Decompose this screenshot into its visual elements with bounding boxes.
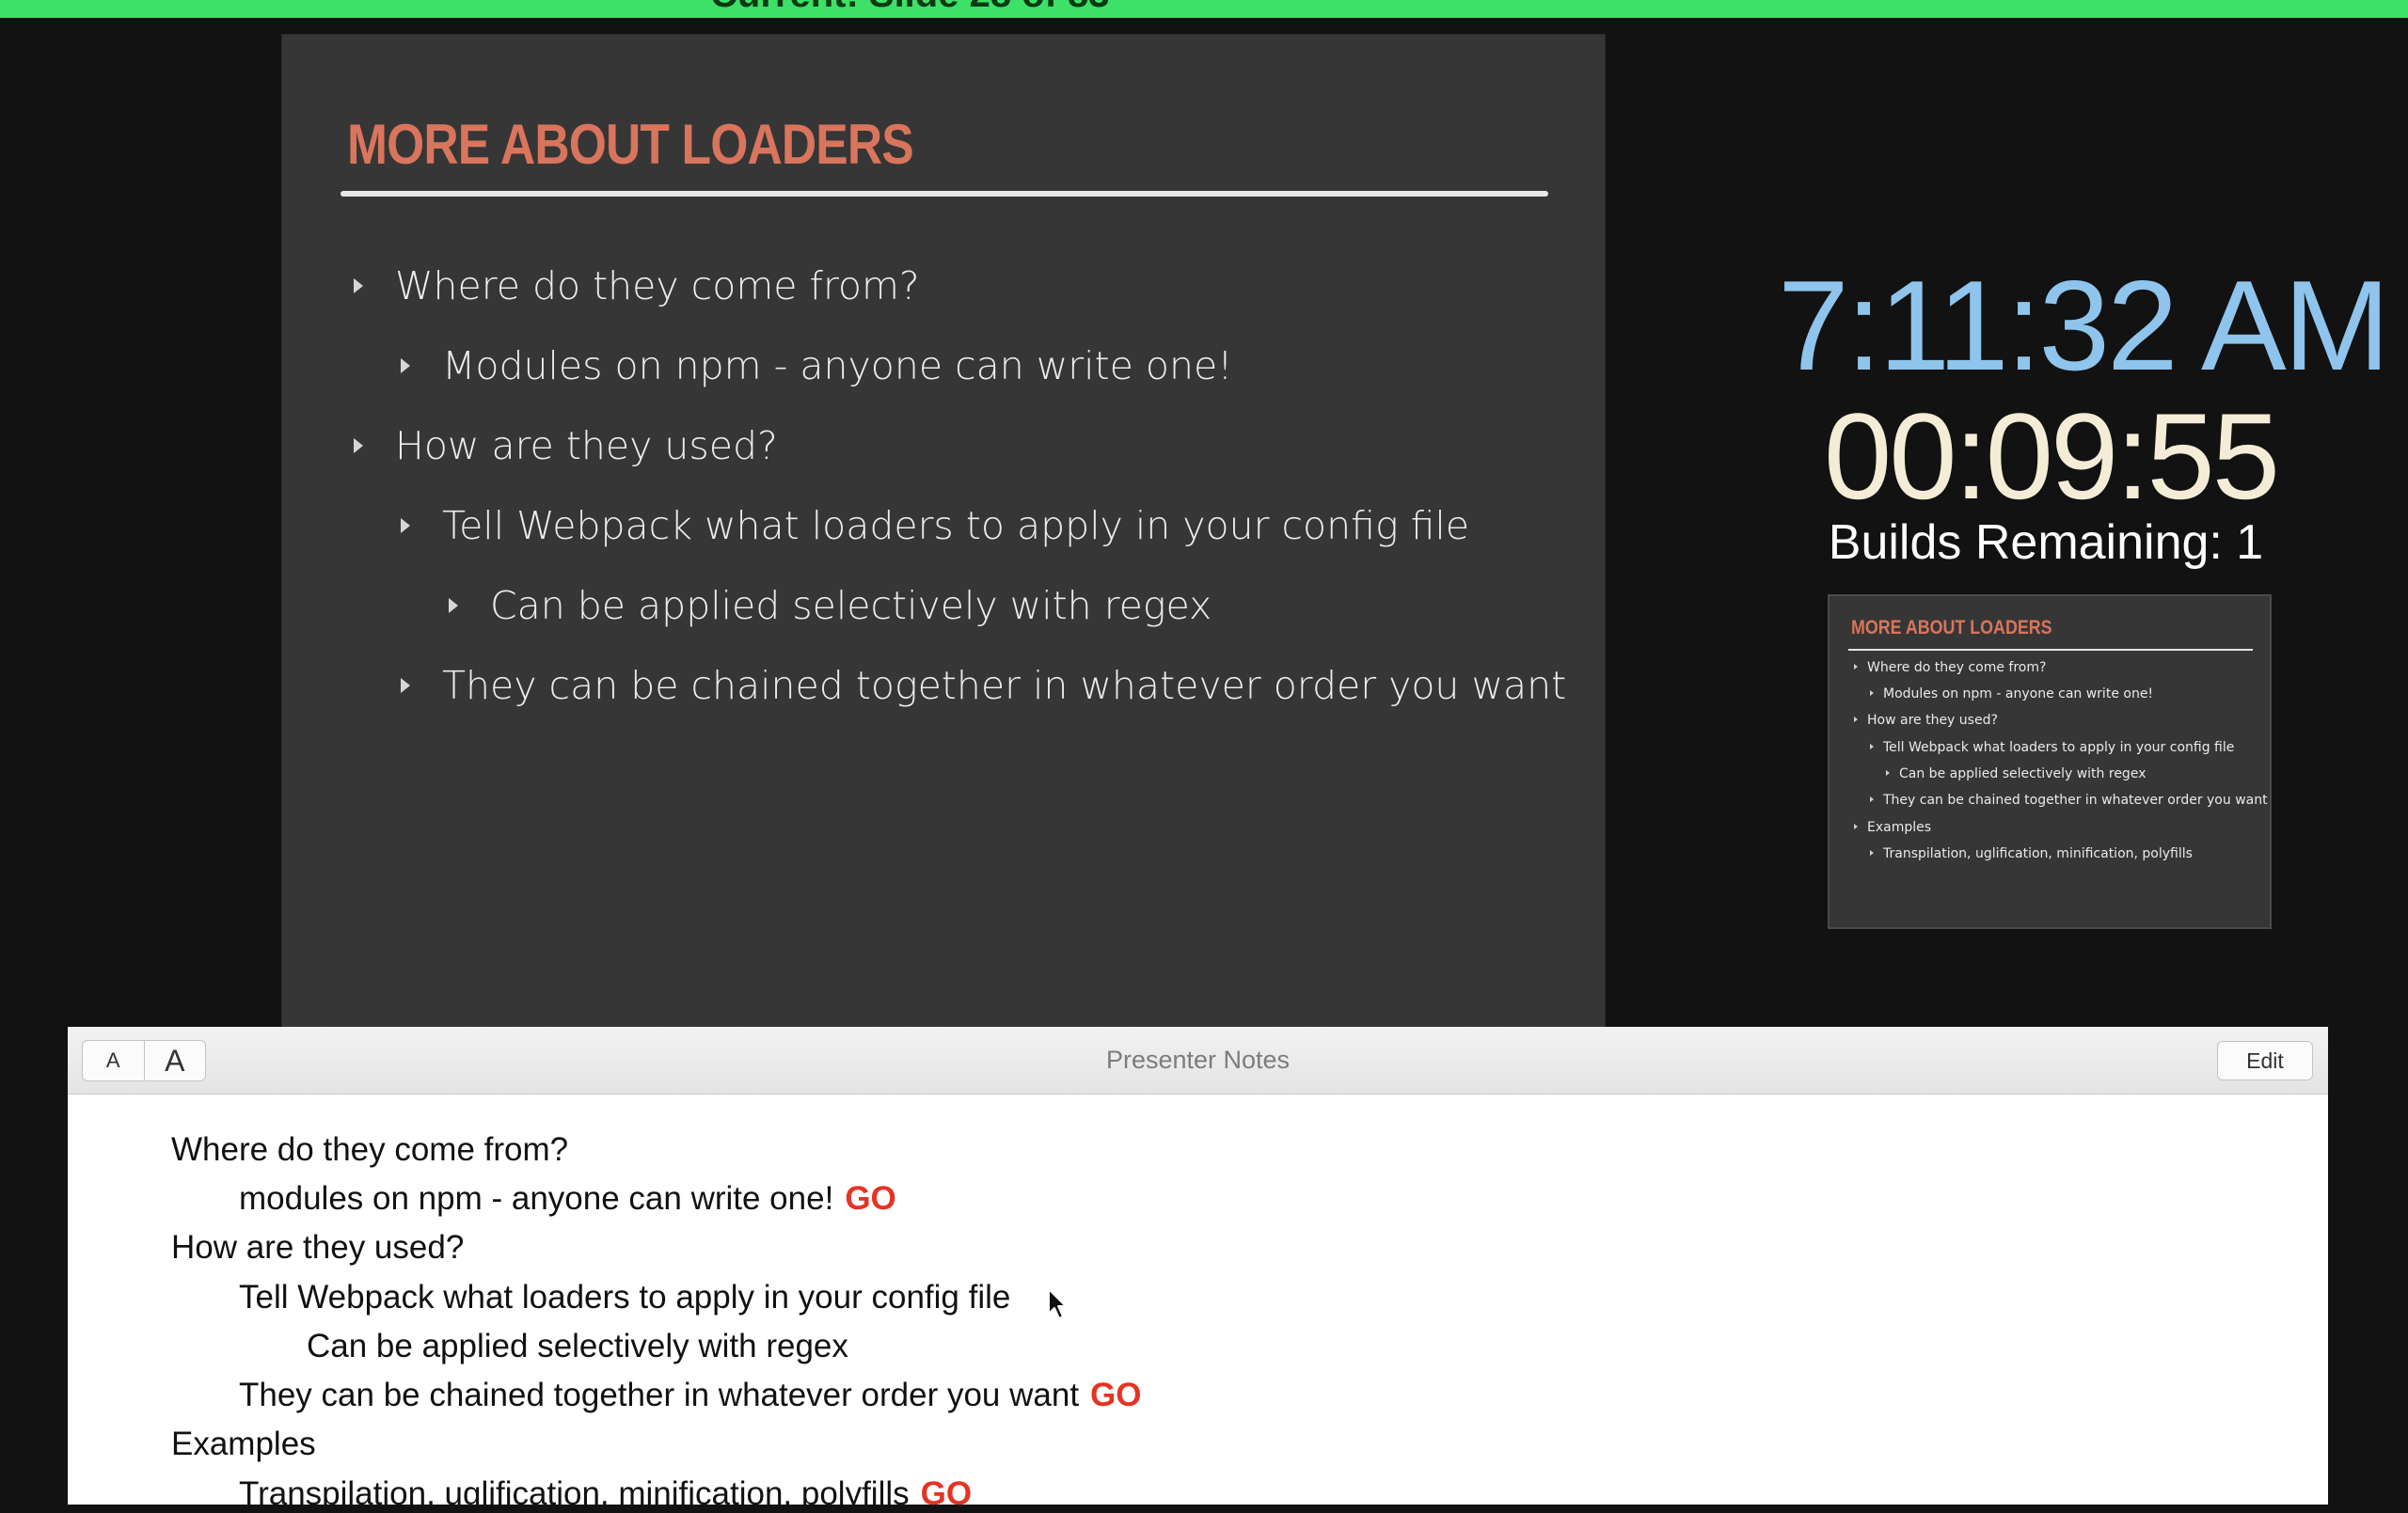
next-slide-bullet: They can be chained together in whatever… [1870, 793, 2268, 808]
next-slide-preview: MORE ABOUT LOADERS Where do they come fr… [1830, 596, 2270, 927]
triangle-bullet-icon [401, 518, 410, 533]
triangle-bullet-icon [1886, 770, 1890, 776]
triangle-bullet-icon [354, 438, 363, 453]
triangle-bullet-icon [1854, 717, 1858, 722]
notes-text-area[interactable]: Where do they come from? modules on npm … [68, 1094, 2328, 1512]
next-slide-underline [1848, 649, 2253, 651]
triangle-bullet-icon [401, 358, 410, 373]
note-line: They can be chained together in whatever… [239, 1377, 1142, 1413]
triangle-bullet-icon [401, 678, 410, 693]
slide-bullet: Tell Webpack what loaders to apply in yo… [401, 503, 1469, 548]
triangle-bullet-icon [449, 598, 458, 613]
next-slide-bullet: Can be applied selectively with regex [1886, 766, 2146, 781]
elapsed-timer[interactable]: 00:09:55 [1750, 386, 2352, 527]
next-slide-bullet: Examples [1854, 820, 1931, 835]
slide-position-label: Current: Slide 28 of 83 [710, 0, 1110, 16]
slide-bullet: Can be applied selectively with regex [449, 583, 1212, 628]
triangle-bullet-icon [1854, 824, 1858, 829]
presenter-notes-panel: A A Presenter Notes Edit Where do they c… [68, 1027, 2328, 1512]
triangle-bullet-icon [1870, 744, 1874, 749]
next-slide-bullet: How are they used? [1854, 713, 1998, 728]
notes-title: Presenter Notes [1105, 1046, 1291, 1074]
next-slide-bullet: Modules on npm - anyone can write one! [1870, 686, 2153, 701]
slide-bullet: Modules on npm - anyone can write one! [401, 343, 1233, 388]
go-marker: GO [845, 1180, 896, 1217]
note-line: Examples [171, 1426, 316, 1462]
triangle-bullet-icon [1854, 664, 1858, 670]
note-line: How are they used? [171, 1229, 465, 1266]
edit-notes-button[interactable]: Edit [2217, 1041, 2313, 1080]
current-slide: MORE ABOUT LOADERS Where do they come fr… [282, 35, 1605, 1028]
slide-bullet: Where do they come from? [354, 263, 920, 308]
builds-remaining: Builds Remaining: 1 [1828, 515, 2264, 570]
note-line: Transpilation, uglification, minificatio… [239, 1475, 973, 1512]
current-time-clock: 7:11:32 AM [1778, 254, 2390, 397]
slide-bullet: They can be chained together in whatever… [401, 663, 1566, 708]
triangle-bullet-icon [354, 278, 363, 293]
go-marker: GO [1090, 1377, 1142, 1413]
triangle-bullet-icon [1870, 690, 1874, 696]
next-slide-bullet: Where do they come from? [1854, 660, 2046, 675]
note-line: modules on npm - anyone can write one! GO [239, 1180, 896, 1217]
go-marker: GO [920, 1475, 973, 1512]
slide-bullet: How are they used? [354, 423, 778, 468]
triangle-bullet-icon [1870, 796, 1874, 802]
top-status-bar: Current: Slide 28 of 83 [0, 0, 2408, 18]
next-slide-bullet: Tell Webpack what loaders to apply in yo… [1870, 740, 2234, 755]
notes-toolbar: A A Presenter Notes Edit [68, 1027, 2328, 1095]
note-line: Can be applied selectively with regex [307, 1328, 848, 1364]
note-line: Where do they come from? [171, 1131, 569, 1168]
next-slide-bullet: Transpilation, uglification, minificatio… [1870, 846, 2193, 861]
arrow-cursor-icon [1048, 1288, 1067, 1319]
triangle-bullet-icon [1870, 850, 1874, 856]
note-line: Tell Webpack what loaders to apply in yo… [239, 1279, 1011, 1316]
next-slide-title: MORE ABOUT LOADERS [1851, 617, 2052, 638]
